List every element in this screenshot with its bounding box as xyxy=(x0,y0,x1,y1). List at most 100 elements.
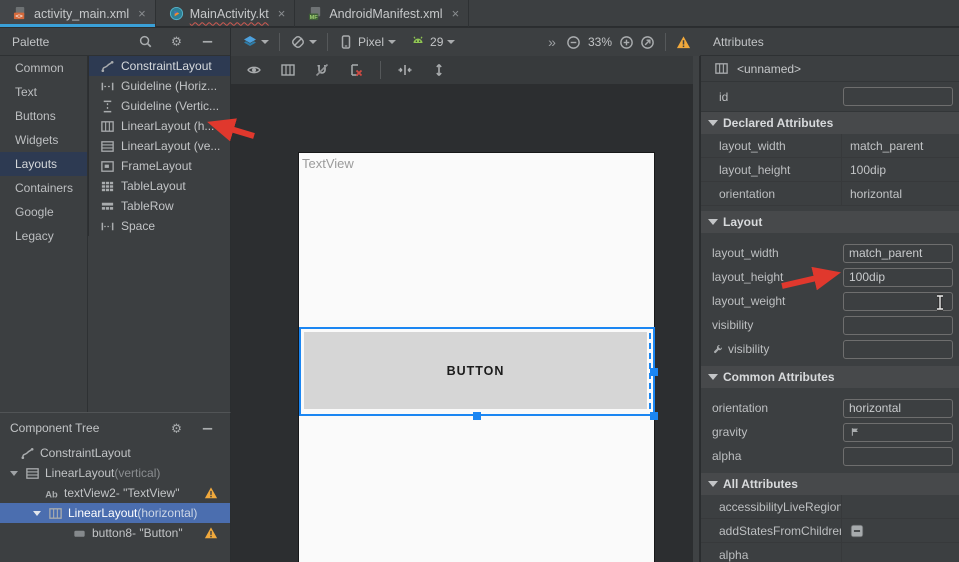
palette-item[interactable]: FrameLayout xyxy=(89,156,230,176)
pack-button[interactable] xyxy=(394,60,416,80)
close-icon[interactable]: × xyxy=(278,7,286,20)
attribute-value-field[interactable]: 100dip xyxy=(843,268,953,287)
tree-expand-icon[interactable] xyxy=(33,511,41,516)
checkbox-indeterminate-icon[interactable] xyxy=(850,524,864,538)
attribute-value-field[interactable] xyxy=(843,316,953,335)
orientation-icon xyxy=(290,34,306,50)
palette-category-layouts[interactable]: Layouts xyxy=(0,152,87,176)
palette-item[interactable]: Guideline (Horiz... xyxy=(89,76,230,96)
warnings-button[interactable] xyxy=(673,33,694,52)
palette-item[interactable]: LinearLayout (ve... xyxy=(89,136,230,156)
tree-node[interactable]: button8- "Button" xyxy=(0,523,230,543)
warning-icon xyxy=(204,526,218,543)
minimize-icon-button[interactable] xyxy=(197,419,218,438)
palette-item[interactable]: Guideline (Vertic... xyxy=(89,96,230,116)
tree-node[interactable]: LinearLayout(vertical) xyxy=(0,463,230,483)
dropdown-caret-icon xyxy=(309,40,317,44)
attribute-value-field[interactable] xyxy=(843,423,953,442)
frame-layout-icon xyxy=(100,159,115,174)
palette-category-legacy[interactable]: Legacy xyxy=(0,224,87,248)
table-layout-icon xyxy=(100,179,115,194)
palette-category-google[interactable]: Google xyxy=(0,200,87,224)
attribute-value[interactable] xyxy=(841,519,959,542)
palette-item[interactable]: TableRow xyxy=(89,196,230,216)
selection-handle-corner[interactable] xyxy=(650,412,658,420)
gear-icon-button[interactable]: ⚙ xyxy=(166,419,187,438)
collapse-arrow-icon[interactable] xyxy=(708,219,718,225)
section-header-declared-attributes[interactable]: Declared Attributes xyxy=(701,112,959,134)
device-selector-button[interactable]: Pixel xyxy=(335,32,399,52)
gear-icon-button[interactable]: ⚙ xyxy=(166,32,187,51)
panel-splitter[interactable] xyxy=(693,56,699,562)
component-tree-panel: Component Tree ⚙ ConstraintLayoutLinearL… xyxy=(0,412,231,562)
selection-handle-bottom[interactable] xyxy=(473,412,481,420)
editor-tab-AndroidManifest.xml[interactable]: MFAndroidManifest.xml× xyxy=(295,0,469,27)
canvas-button[interactable]: BUTTON xyxy=(304,332,647,409)
palette-item[interactable]: Space xyxy=(89,216,230,236)
attribute-value-field[interactable]: match_parent xyxy=(843,244,953,263)
attribute-value[interactable]: match_parent xyxy=(841,134,959,157)
tree-node[interactable]: AbtextView2- "TextView" xyxy=(0,483,230,503)
palette-title: Palette xyxy=(0,35,49,49)
orientation-button[interactable] xyxy=(287,32,320,52)
tree-node-label: LinearLayout xyxy=(68,506,137,520)
clear-constraints-button[interactable] xyxy=(345,60,367,80)
attribute-value[interactable] xyxy=(841,495,959,518)
attribute-value-field[interactable]: horizontal xyxy=(843,399,953,418)
search-icon-button[interactable] xyxy=(135,32,156,51)
android-studio-layout-editor: <>activity_main.xml×MainActivity.kt×MFAn… xyxy=(0,0,959,562)
palette-category-widgets[interactable]: Widgets xyxy=(0,128,87,152)
attribute-name: alpha xyxy=(701,548,841,562)
zoom-out-button[interactable] xyxy=(563,33,584,52)
section-header-layout[interactable]: Layout xyxy=(701,211,959,233)
zoom-to-fit-button[interactable] xyxy=(637,33,658,52)
palette-category-common[interactable]: Common xyxy=(0,56,87,80)
attribute-value[interactable]: horizontal xyxy=(841,182,959,205)
minimize-icon-button[interactable] xyxy=(197,32,218,51)
view-options-button[interactable] xyxy=(243,60,265,80)
linear-horizontal-icon xyxy=(714,61,729,76)
palette-category-buttons[interactable]: Buttons xyxy=(0,104,87,128)
autoconnect-button[interactable] xyxy=(311,60,333,80)
orientation-toggle-button[interactable] xyxy=(277,60,299,80)
palette-item-label: LinearLayout (h... xyxy=(121,119,214,133)
toolbar-divider xyxy=(665,33,666,51)
close-icon[interactable]: × xyxy=(452,7,460,20)
section-header-common-attributes[interactable]: Common Attributes xyxy=(701,366,959,388)
section-header-all-attributes[interactable]: All Attributes xyxy=(701,473,959,495)
palette-item[interactable]: ConstraintLayout xyxy=(89,56,230,76)
overflow-chevrons[interactable]: » xyxy=(548,34,555,50)
attribute-value-field[interactable] xyxy=(843,447,953,466)
tree-node[interactable]: ConstraintLayout xyxy=(0,443,230,463)
editor-tab-activity_main.xml[interactable]: <>activity_main.xml× xyxy=(0,0,156,27)
collapse-arrow-icon[interactable] xyxy=(708,120,718,126)
attribute-value-field[interactable] xyxy=(843,340,953,359)
attribute-value-field[interactable] xyxy=(843,292,953,311)
view-mode-button[interactable] xyxy=(239,32,272,52)
palette-item[interactable]: LinearLayout (h... xyxy=(89,116,230,136)
tree-node[interactable]: LinearLayout(horizontal) xyxy=(0,503,230,523)
tree-node-label: textView2- "TextView" xyxy=(64,486,179,500)
dropdown-caret-icon xyxy=(261,40,269,44)
id-input[interactable] xyxy=(843,87,953,106)
canvas-textview[interactable]: TextView xyxy=(302,156,354,171)
selection-handle-right[interactable] xyxy=(650,368,658,376)
attribute-row-visibility: visibility xyxy=(701,337,959,361)
zoom-in-button[interactable] xyxy=(616,33,637,52)
expand-vertical-button[interactable] xyxy=(428,60,450,80)
attribute-name: layout_width xyxy=(701,139,841,153)
palette-category-text[interactable]: Text xyxy=(0,80,87,104)
attribute-value[interactable]: 100dip xyxy=(841,158,959,181)
attribute-name: visibility xyxy=(701,318,753,332)
palette-item[interactable]: TableLayout xyxy=(89,176,230,196)
eye-icon xyxy=(246,62,262,78)
collapse-arrow-icon[interactable] xyxy=(708,481,718,487)
tree-expand-icon[interactable] xyxy=(10,471,18,476)
expand-vertical-icon xyxy=(431,62,447,78)
api-version-button[interactable]: 29 xyxy=(407,32,458,52)
palette-category-containers[interactable]: Containers xyxy=(0,176,87,200)
close-icon[interactable]: × xyxy=(138,7,146,20)
collapse-arrow-icon[interactable] xyxy=(708,374,718,380)
attribute-value[interactable] xyxy=(841,543,959,562)
editor-tab-MainActivity.kt[interactable]: MainActivity.kt× xyxy=(156,0,296,27)
